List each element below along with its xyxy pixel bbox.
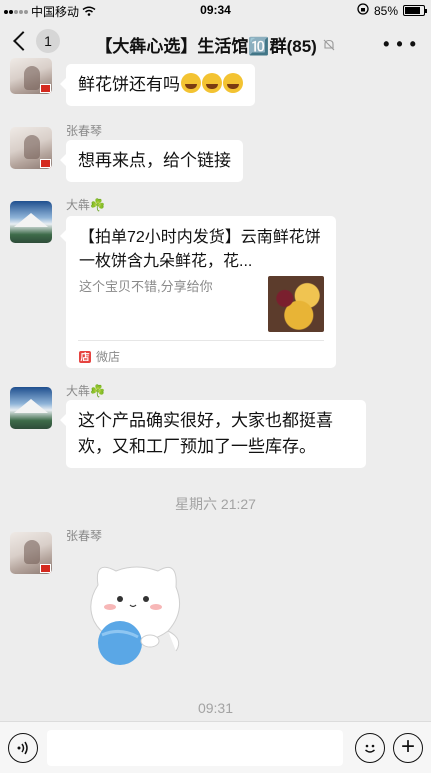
card-divider [78,340,324,341]
input-bar: + [0,721,431,773]
card-description: 这个宝贝不错,分享给你 [79,279,213,294]
message-bubble[interactable]: 鲜花饼还有吗 [60,64,255,106]
message-bubble[interactable]: 想再来点，给个链接 [60,140,243,182]
shop-icon: 店 [79,350,91,363]
message-text-line: 欢，又和工厂预加了一些库存。 [78,437,316,456]
avatar[interactable] [10,387,52,429]
crying-laughing-emoji-icon [202,73,222,93]
sender-name: 张春琴 [66,124,103,138]
crying-laughing-emoji-icon [223,73,243,93]
avatar[interactable] [10,127,52,169]
sender-name: 大犇☘️ [66,198,105,212]
sender-name: 张春琴 [66,529,103,543]
flag-icon [40,564,51,573]
avatar[interactable] [10,58,52,94]
shared-product-card[interactable]: 【拍单72小时内发货】云南鲜花饼一枚饼含九朵鲜花，花... 这个宝贝不错,分享给… [60,216,336,368]
plus-icon[interactable]: + [393,733,423,763]
message-text: 想再来点，给个链接 [78,151,231,170]
status-bar: 中国移动 09:34 85% [0,0,431,20]
battery-area: 85% [357,3,427,18]
card-title: 【拍单72小时内发货】云南鲜花饼一枚饼含九朵鲜花，花... [79,229,321,270]
chat-title: 【大犇心选】生活馆🔟群(85) [0,32,431,57]
source-label: 微店 [96,350,121,364]
cat-sticker[interactable] [80,555,192,667]
message-bubble[interactable]: 这个产品确实很好，大家也都挺喜 欢，又和工厂预加了一些库存。 [60,400,366,468]
emoji-icon[interactable] [355,733,385,763]
flag-icon [40,84,51,93]
voice-icon[interactable] [8,733,38,763]
chat-header: 1 【大犇心选】生活馆🔟群(85) • • • [0,20,431,64]
battery-icon [403,5,427,16]
product-thumbnail [268,276,324,332]
more-dots-icon[interactable]: • • • [383,34,417,55]
message-input[interactable] [47,730,343,766]
battery-percent: 85% [373,3,398,18]
group-name: 【大犇心选】生活馆🔟群(85) [95,37,317,56]
message-text-line: 这个产品确实很好，大家也都挺喜 [78,411,333,430]
avatar[interactable] [10,201,52,243]
orientation-lock-icon [357,3,369,18]
time-separator: 09:31 [197,700,234,716]
time-separator: 星期六 21:27 [175,496,256,512]
flag-icon [40,159,51,168]
message-text: 鲜花饼还有吗 [78,75,180,94]
bell-off-icon [322,39,336,55]
sender-name: 大犇☘️ [66,384,105,398]
avatar[interactable] [10,532,52,574]
card-source: 店 微店 [79,348,120,365]
crying-laughing-emoji-icon [181,73,201,93]
